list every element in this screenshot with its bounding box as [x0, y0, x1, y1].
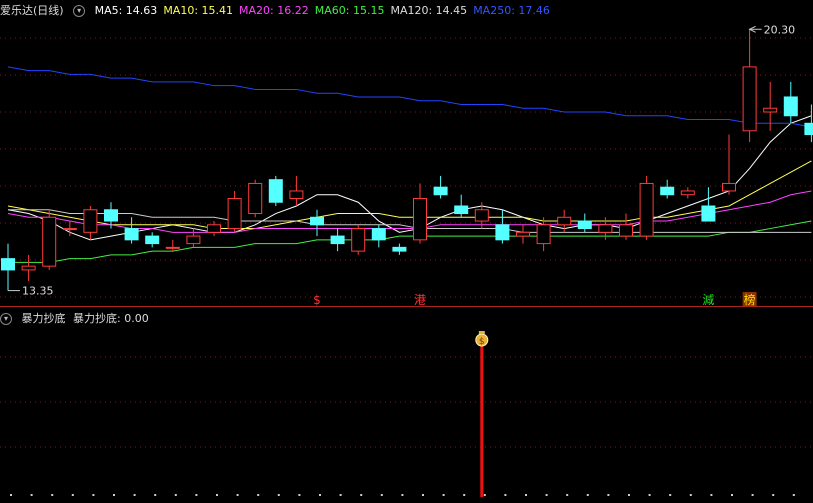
- baseline-dot: [380, 494, 383, 496]
- baseline-dot: [277, 494, 280, 496]
- candle-body[interactable]: [42, 216, 57, 267]
- candle-body[interactable]: [742, 66, 757, 132]
- candle-body[interactable]: [577, 220, 592, 230]
- candle-body[interactable]: [536, 224, 551, 245]
- ma-line-ma60: [8, 220, 812, 263]
- ma-line-ma5: [7, 115, 812, 241]
- baseline-dot: [154, 494, 157, 496]
- baseline-dot: [257, 494, 260, 496]
- baseline-dot: [195, 494, 198, 496]
- candle-body[interactable]: [680, 190, 695, 196]
- candle-body[interactable]: [660, 186, 675, 196]
- event-marker[interactable]: 港: [414, 293, 426, 306]
- candle-body[interactable]: [474, 209, 489, 222]
- high-price-label: 20.30: [764, 23, 796, 36]
- baseline-dot: [71, 494, 74, 496]
- candle-body[interactable]: [207, 224, 221, 233]
- baseline-dot: [10, 494, 12, 496]
- baseline-dot: [504, 494, 507, 496]
- baseline-dot: [30, 494, 33, 496]
- baseline-dot: [339, 494, 342, 496]
- baseline-dot: [133, 494, 136, 496]
- candle-body[interactable]: [804, 122, 813, 136]
- candle-body[interactable]: [392, 246, 407, 252]
- candle-body[interactable]: [248, 182, 263, 215]
- ma-line-ma250: [7, 66, 812, 128]
- event-marker[interactable]: 榜: [744, 292, 756, 306]
- candle-body[interactable]: [413, 197, 427, 241]
- candle-body[interactable]: [701, 205, 716, 222]
- candle-body[interactable]: [104, 209, 118, 222]
- baseline-dot: [298, 494, 301, 496]
- baseline-dot: [483, 494, 486, 496]
- candle-body[interactable]: [722, 182, 736, 192]
- candle-body[interactable]: [124, 228, 139, 241]
- candle-body[interactable]: [351, 228, 366, 252]
- baseline-dot: [545, 494, 548, 496]
- candle-body[interactable]: [495, 224, 510, 241]
- baseline-dot: [669, 494, 672, 496]
- candle-body[interactable]: [310, 216, 324, 226]
- baseline-dot: [628, 494, 630, 496]
- baseline-dot: [751, 494, 754, 496]
- candle-body[interactable]: [268, 179, 283, 203]
- baseline-dot: [607, 494, 610, 496]
- baseline-dot: [51, 494, 54, 496]
- indicator-chart[interactable]: $: [0, 307, 813, 503]
- candle-body[interactable]: [783, 96, 798, 117]
- baseline-dot: [113, 494, 115, 496]
- candle-body[interactable]: [598, 224, 613, 233]
- baseline-dot: [648, 494, 651, 496]
- baseline-dot: [772, 494, 775, 496]
- baseline-dot: [566, 494, 569, 496]
- event-marker[interactable]: $: [313, 293, 321, 306]
- baseline-dot: [710, 494, 713, 496]
- candle-body[interactable]: [330, 235, 345, 245]
- baseline-dot: [689, 494, 692, 496]
- baseline-dot: [174, 494, 177, 496]
- candle-body[interactable]: [83, 209, 98, 233]
- baseline-dot: [792, 494, 795, 496]
- ma-line-ma20: [7, 190, 812, 233]
- stock-chart-window: 爱乐达(日线) ▾ MA5: 14.63 MA10: 15.41 MA20: 16.…: [0, 0, 813, 503]
- candle-body[interactable]: [433, 186, 448, 196]
- baseline-dot: [463, 494, 466, 496]
- candle-body[interactable]: [186, 235, 201, 245]
- baseline-dot: [401, 494, 404, 496]
- candlestick-chart[interactable]: 20.30 13.35 $ 港 減 榜: [0, 0, 813, 306]
- baseline-dot: [731, 494, 733, 496]
- baseline-dot: [442, 494, 445, 496]
- candle-body[interactable]: [454, 205, 469, 215]
- candle-body[interactable]: [289, 190, 304, 199]
- baseline-dot: [360, 494, 363, 496]
- baseline-dot: [92, 494, 95, 496]
- candle-body[interactable]: [639, 182, 654, 237]
- money-bag-icon: $: [475, 331, 489, 347]
- baseline-dot: [319, 494, 321, 496]
- candle-body[interactable]: [516, 231, 530, 237]
- baseline-dot: [236, 494, 239, 496]
- svg-text:$: $: [479, 337, 485, 347]
- candle-body[interactable]: [557, 216, 572, 226]
- candle-body[interactable]: [371, 228, 386, 241]
- candle-body[interactable]: [165, 246, 180, 249]
- baseline-dot: [422, 494, 424, 496]
- candle-body[interactable]: [619, 224, 633, 237]
- candle-body[interactable]: [62, 228, 77, 231]
- candle-body[interactable]: [145, 235, 160, 245]
- low-price-label: 13.35: [22, 285, 54, 298]
- candle-body[interactable]: [227, 197, 242, 230]
- candle-body[interactable]: [763, 107, 778, 113]
- baseline-dot: [525, 494, 527, 496]
- candle-body[interactable]: [21, 265, 36, 271]
- baseline-dot: [586, 494, 589, 496]
- candle-body[interactable]: [1, 258, 15, 271]
- baseline-dot: [216, 494, 218, 496]
- event-marker[interactable]: 減: [702, 292, 714, 306]
